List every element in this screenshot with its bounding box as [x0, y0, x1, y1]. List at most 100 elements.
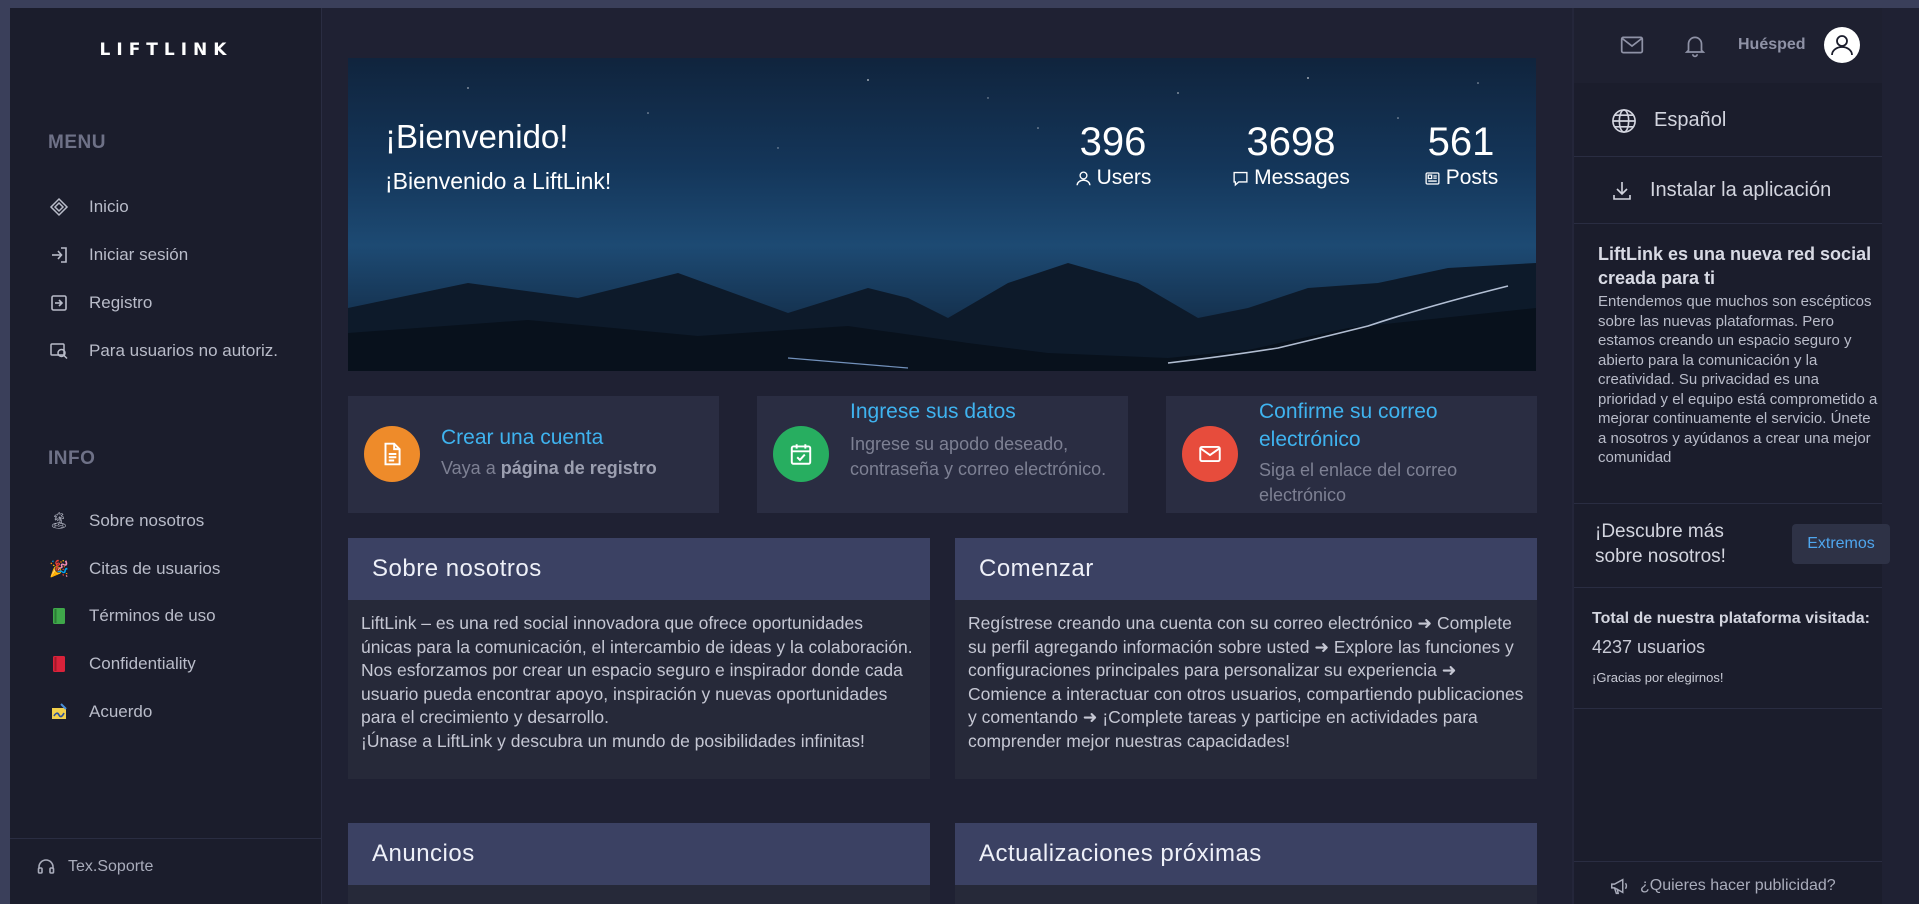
step-title[interactable]: Crear una cuenta	[441, 424, 603, 452]
stat-users-value: 396	[1079, 120, 1147, 164]
step-description: Siga el enlace del correo electrónico	[1259, 460, 1458, 505]
nav-item-quotes[interactable]: 🎉 Citas de usuarios	[48, 554, 220, 584]
mail-icon[interactable]	[1619, 32, 1645, 58]
welcome-banner: ¡Bienvenido! ¡Bienvenido a LiftLink! 396…	[348, 58, 1536, 371]
step-description: Vaya a página de registro	[441, 458, 657, 478]
party-popper-emoji-icon: 🎉	[49, 561, 69, 578]
updates-card-title: Actualizaciones próximas	[955, 823, 1537, 885]
step-title[interactable]: Ingrese sus datos	[850, 398, 1016, 426]
thanks-text: ¡Gracias por elegirnos!	[1592, 670, 1724, 685]
announcements-card-title: Anuncios	[348, 823, 930, 885]
step-create-account[interactable]: Crear una cuenta Vaya a página de regist…	[348, 396, 719, 513]
nav-item-label: Confidentiality	[89, 654, 196, 673]
main-content: ¡Bienvenido! ¡Bienvenido a LiftLink! 396…	[323, 8, 1560, 904]
calendar-check-icon	[773, 426, 829, 482]
advertise-label: ¿Quieres hacer publicidad?	[1640, 877, 1836, 894]
language-selector[interactable]: Español	[1574, 85, 1882, 157]
nav-item-label: Registro	[89, 293, 153, 312]
about-card: Sobre nosotros LiftLink – es una red soc…	[348, 538, 930, 779]
bell-icon[interactable]	[1682, 32, 1708, 58]
nav-item-label: Inicio	[89, 197, 129, 216]
welcome-subtitle: ¡Bienvenido a LiftLink!	[385, 168, 612, 194]
nav-item-about[interactable]: 🏝 Sobre nosotros	[48, 506, 204, 536]
nav-item-label: Iniciar sesión	[89, 245, 189, 264]
discover-button[interactable]: Extremos	[1792, 524, 1890, 564]
nav-item-label: Sobre nosotros	[89, 511, 205, 530]
platform-about: LiftLink es una nueva red social creada …	[1598, 242, 1878, 468]
nav-item-label: Acuerdo	[89, 702, 153, 721]
step-title[interactable]: Confirme su correo electrónico	[1259, 398, 1438, 454]
support-label: Tex.Soporte	[68, 858, 154, 875]
megaphone-icon	[1611, 878, 1628, 895]
stat-users: 396 Users	[1048, 120, 1178, 190]
user-toolbar: Huésped	[1574, 8, 1882, 83]
app-frame: LIFTLINK MENU Inicio Iniciar sesión Regi…	[10, 8, 1919, 904]
stat-posts-label: Posts	[1445, 166, 1499, 189]
visits-stats: Total de nuestra plataforma visitada: 42…	[1592, 610, 1870, 685]
nav-item-label: Para usuarios no autoriz.	[89, 341, 278, 360]
divider	[1574, 708, 1882, 709]
nav-item-inicio[interactable]: Inicio	[48, 192, 129, 222]
message-icon	[1233, 171, 1248, 186]
discover-section: ¡Descubre más sobre nosotros! Extremos	[1574, 503, 1890, 588]
document-icon	[364, 426, 420, 482]
about-card-body: LiftLink – es una red social innovadora …	[361, 613, 913, 751]
night-sky-mountains-image	[348, 77, 1536, 371]
home-diamond-icon	[48, 196, 70, 218]
download-icon	[1613, 181, 1631, 200]
discover-text: ¡Descubre más sobre nosotros!	[1595, 521, 1726, 567]
step-confirm-email[interactable]: Confirme su correo electrónico Siga el en…	[1166, 396, 1537, 513]
nav-item-agreement[interactable]: Acuerdo	[48, 697, 152, 727]
nav-item-unauthorized[interactable]: Para usuarios no autoriz.	[48, 336, 278, 366]
announcements-card: Anuncios	[348, 823, 930, 904]
language-label: Español	[1654, 109, 1727, 131]
stat-messages: 3698 Messages	[1206, 120, 1376, 190]
menu-section-title: MENU	[48, 132, 106, 153]
avatar[interactable]	[1824, 27, 1860, 63]
user-avatar-icon	[1831, 35, 1853, 56]
guest-label[interactable]: Huésped	[1738, 36, 1806, 54]
divider	[1574, 861, 1882, 862]
sidebar-footer: Tex.Soporte	[10, 838, 322, 904]
register-page-link[interactable]: página de registro	[501, 458, 657, 478]
green-book-icon	[48, 605, 70, 627]
platform-about-body: Entendemos que muchos son escépticos sob…	[1598, 293, 1878, 466]
visits-title: Total de nuestra plataforma visitada:	[1592, 610, 1870, 627]
nav-item-label: Términos de uso	[89, 606, 216, 625]
install-app-button[interactable]: Instalar la aplicación	[1574, 158, 1882, 224]
about-card-title: Sobre nosotros	[348, 538, 930, 600]
user-icon	[1076, 170, 1091, 185]
left-sidebar: LIFTLINK MENU Inicio Iniciar sesión Regi…	[10, 8, 322, 904]
nav-item-register[interactable]: Registro	[48, 288, 152, 318]
login-icon	[48, 244, 70, 266]
signed-paper-icon	[48, 701, 70, 723]
nav-item-login[interactable]: Iniciar sesión	[48, 240, 188, 270]
newspaper-icon	[1425, 171, 1440, 185]
step-enter-data[interactable]: Ingrese sus datos Ingrese su apodo desea…	[757, 396, 1128, 513]
stat-messages-label: Messages	[1254, 166, 1350, 189]
step-description: Ingrese su apodo deseado, contraseña y c…	[850, 434, 1107, 479]
right-sidebar: Huésped Español Instalar la aplicación L…	[1574, 8, 1890, 904]
get-started-card: Comenzar Regístrese creando una cuenta c…	[955, 538, 1537, 779]
nav-item-confidentiality[interactable]: Confidentiality	[48, 649, 196, 679]
envelope-icon	[1182, 426, 1238, 482]
stat-users-label: Users	[1096, 166, 1152, 189]
palm-tree-emoji-icon: 🏝	[48, 513, 70, 530]
red-book-icon	[48, 653, 70, 675]
brand-logo[interactable]: LIFTLINK	[10, 40, 322, 60]
globe-icon	[1612, 108, 1636, 133]
install-app-label: Instalar la aplicación	[1650, 179, 1832, 201]
stat-posts: 561 Posts	[1406, 120, 1516, 190]
register-icon	[48, 292, 70, 314]
visits-value: 4237 usuarios	[1592, 637, 1706, 657]
support-link[interactable]: Tex.Soporte	[36, 857, 153, 877]
advertise-link[interactable]: ¿Quieres hacer publicidad?	[1609, 875, 1836, 897]
search-window-icon	[48, 340, 70, 362]
nav-item-label: Citas de usuarios	[89, 559, 221, 578]
stat-messages-value: 3698	[1246, 120, 1336, 164]
get-started-card-title: Comenzar	[955, 538, 1537, 600]
platform-about-title: LiftLink es una nueva red social creada …	[1598, 244, 1872, 288]
get-started-card-body: Regístrese creando una cuenta con su cor…	[968, 613, 1524, 751]
nav-item-terms[interactable]: Términos de uso	[48, 601, 216, 631]
stat-posts-value: 561	[1427, 120, 1495, 164]
